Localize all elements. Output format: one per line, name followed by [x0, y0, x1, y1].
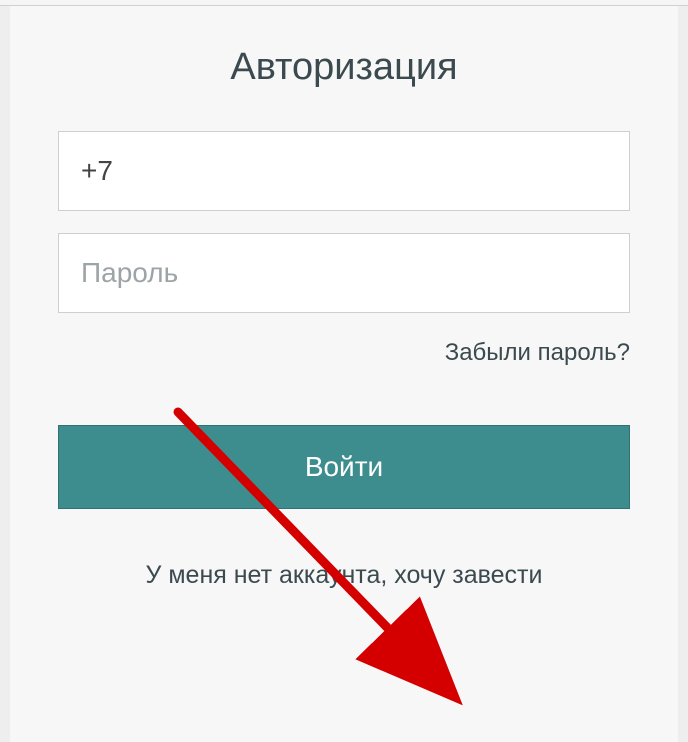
- phone-input[interactable]: [58, 131, 630, 211]
- forgot-row: Забыли пароль?: [58, 339, 630, 367]
- login-form-panel: Авторизация Забыли пароль? Войти У меня …: [10, 6, 678, 742]
- register-link[interactable]: У меня нет аккаунта, хочу завести: [58, 561, 630, 590]
- page-title: Авторизация: [58, 46, 630, 89]
- forgot-password-link[interactable]: Забыли пароль?: [445, 339, 630, 366]
- password-input[interactable]: [58, 233, 630, 313]
- login-button[interactable]: Войти: [58, 425, 630, 509]
